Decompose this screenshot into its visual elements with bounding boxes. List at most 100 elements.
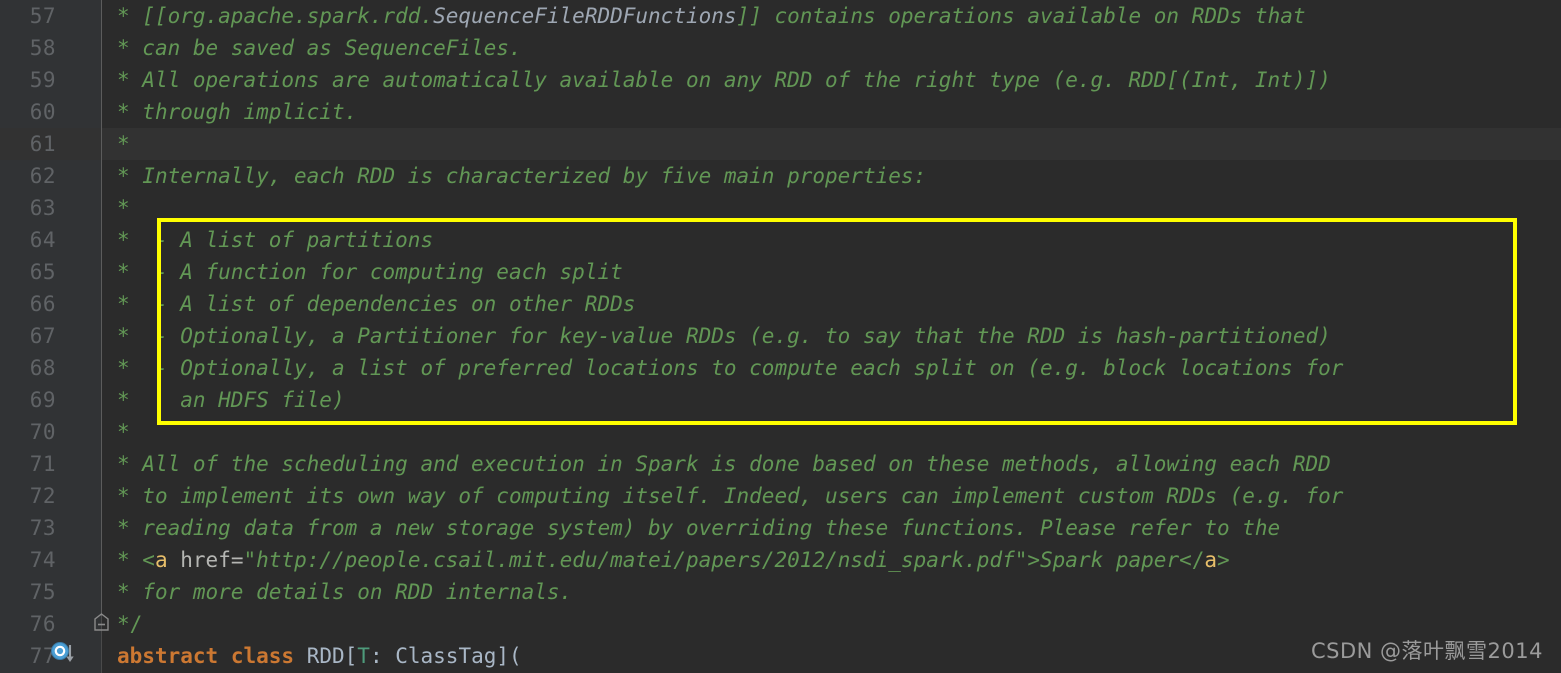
code-line-row[interactable]: 58 * can be saved as SequenceFiles.	[0, 32, 1561, 64]
code-text: */	[117, 608, 142, 640]
code-line-row[interactable]: 62 * Internally, each RDD is characteriz…	[0, 160, 1561, 192]
code-line-row[interactable]: 73 * reading data from a new storage sys…	[0, 512, 1561, 544]
comment-asterisk: *	[117, 164, 143, 188]
html-attr-url-value[interactable]: "http://people.csail.mit.edu/matei/paper…	[244, 548, 1041, 572]
line-number: 75	[29, 580, 56, 604]
code-text: * - Optionally, a list of preferred loca…	[117, 352, 1343, 384]
line-number: 76	[29, 612, 56, 636]
code-line-row[interactable]: 63 *	[0, 192, 1561, 224]
code-line-row-current[interactable]: 61 *	[0, 128, 1561, 160]
comment-body: Internally, each RDD is characterized by…	[142, 164, 927, 188]
comment-body: an HDFS file)	[142, 388, 345, 412]
bracket-open: [	[344, 644, 358, 668]
class-name-rdd: RDD	[306, 644, 345, 668]
line-number: 59	[29, 68, 56, 92]
comment-asterisk: *	[117, 420, 130, 444]
comment-asterisk: *	[117, 356, 143, 380]
comment-asterisk: *	[117, 388, 143, 412]
code-line-row[interactable]: 71 * All of the scheduling and execution…	[0, 448, 1561, 480]
comment-asterisk: *	[117, 228, 143, 252]
comment-body: for more details on RDD internals.	[142, 580, 573, 604]
html-equals: =	[230, 548, 244, 572]
code-text: * <a href="http://people.csail.mit.edu/m…	[117, 544, 1230, 576]
doc-close-bracket: ]]	[736, 4, 775, 28]
code-line-row[interactable]: 66 * - A list of dependencies on other R…	[0, 288, 1561, 320]
html-close-tag-name: a	[1204, 548, 1218, 572]
code-line-row[interactable]: 65 * - A function for computing each spl…	[0, 256, 1561, 288]
code-line-row[interactable]: 67 * - Optionally, a Partitioner for key…	[0, 320, 1561, 352]
keyword-abstract: abstract	[117, 644, 219, 668]
code-line-row[interactable]: 75 * for more details on RDD internals.	[0, 576, 1561, 608]
fold-collapse-icon[interactable]	[93, 613, 110, 632]
comment-block-end: */	[117, 612, 143, 636]
code-text: *	[117, 192, 130, 224]
code-text: * can be saved as SequenceFiles.	[117, 32, 522, 64]
html-attr-href: href	[180, 548, 231, 572]
code-line-row[interactable]: 74 * <a href="http://people.csail.mit.ed…	[0, 544, 1561, 576]
code-line-row[interactable]: 69 * an HDFS file)	[0, 384, 1561, 416]
line-number: 68	[29, 356, 56, 380]
line-number: 65	[29, 260, 56, 284]
comment-asterisk: *	[117, 516, 143, 540]
comment-asterisk: *	[117, 452, 143, 476]
code-line-row[interactable]: 60 * through implicit.	[0, 96, 1561, 128]
code-line-row[interactable]: 59 * All operations are automatically av…	[0, 64, 1561, 96]
override-implemented-icon[interactable]	[50, 641, 80, 667]
code-text: * - A function for computing each split	[117, 256, 623, 288]
comment-body: contains operations available on RDDs th…	[774, 4, 1306, 28]
comment-body: to implement its own way of computing it…	[142, 484, 1344, 508]
line-number: 62	[29, 164, 56, 188]
code-line-row[interactable]: 57 * [[org.apache.spark.rdd.SequenceFile…	[0, 0, 1561, 32]
code-line-row[interactable]: 70 *	[0, 416, 1561, 448]
code-text: * - A list of partitions	[117, 224, 433, 256]
line-number: 70	[29, 420, 56, 444]
line-number: 66	[29, 292, 56, 316]
line-number: 60	[29, 100, 56, 124]
code-cell	[102, 192, 1561, 224]
colon: :	[369, 644, 396, 668]
comment-body: reading data from a new storage system) …	[142, 516, 1281, 540]
bracket-close-paren-open: ](	[496, 644, 522, 668]
line-number: 57	[29, 4, 56, 28]
csdn-watermark: CSDN @落叶飘雪2014	[1311, 639, 1543, 663]
comment-asterisk: *	[117, 580, 143, 604]
comment-asterisk: *	[117, 292, 143, 316]
doc-link-class[interactable]: SequenceFileRDDFunctions	[433, 4, 736, 28]
comment-asterisk: *	[117, 100, 143, 124]
code-text: * - Optionally, a Partitioner for key-va…	[117, 320, 1331, 352]
comment-asterisk: *	[117, 4, 143, 28]
type-parameter-t: T	[357, 644, 370, 668]
doc-package-path: org.apache.spark.rdd.	[167, 4, 434, 28]
line-number: 71	[29, 452, 56, 476]
html-close-tag-open: </	[1179, 548, 1205, 572]
comment-body: - Optionally, a list of preferred locati…	[142, 356, 1344, 380]
type-classtag: ClassTag	[395, 644, 497, 668]
line-number: 77	[29, 644, 56, 668]
line-number: 61	[29, 132, 56, 156]
code-text: *	[117, 416, 130, 448]
comment-body: - Optionally, a Partitioner for key-valu…	[142, 324, 1331, 348]
code-text: *	[117, 128, 130, 160]
comment-asterisk: *	[117, 260, 143, 284]
comment-asterisk: *	[117, 132, 130, 156]
comment-asterisk: *	[117, 324, 143, 348]
code-line-row[interactable]: 68 * - Optionally, a list of preferred l…	[0, 352, 1561, 384]
comment-body: can be saved as SequenceFiles.	[142, 36, 522, 60]
html-close-tag-gt: >	[1217, 548, 1230, 572]
html-space	[168, 548, 181, 572]
comment-asterisk: *	[117, 196, 130, 220]
line-number: 67	[29, 324, 56, 348]
comment-asterisk: *	[117, 36, 143, 60]
doc-open-bracket: [[	[142, 4, 168, 28]
code-text: * - A list of dependencies on other RDDs	[117, 288, 635, 320]
code-line-row[interactable]: 64 * - A list of partitions	[0, 224, 1561, 256]
comment-body: All operations are automatically availab…	[142, 68, 1331, 92]
code-editor-screenshot: 57 * [[org.apache.spark.rdd.SequenceFile…	[0, 0, 1561, 673]
code-text: * All of the scheduling and execution in…	[117, 448, 1331, 480]
line-number: 63	[29, 196, 56, 220]
code-text: * All operations are automatically avail…	[117, 64, 1331, 96]
comment-asterisk: *	[117, 548, 143, 572]
line-number: 58	[29, 36, 56, 60]
code-line-row[interactable]: 72 * to implement its own way of computi…	[0, 480, 1561, 512]
code-text: * to implement its own way of computing …	[117, 480, 1343, 512]
